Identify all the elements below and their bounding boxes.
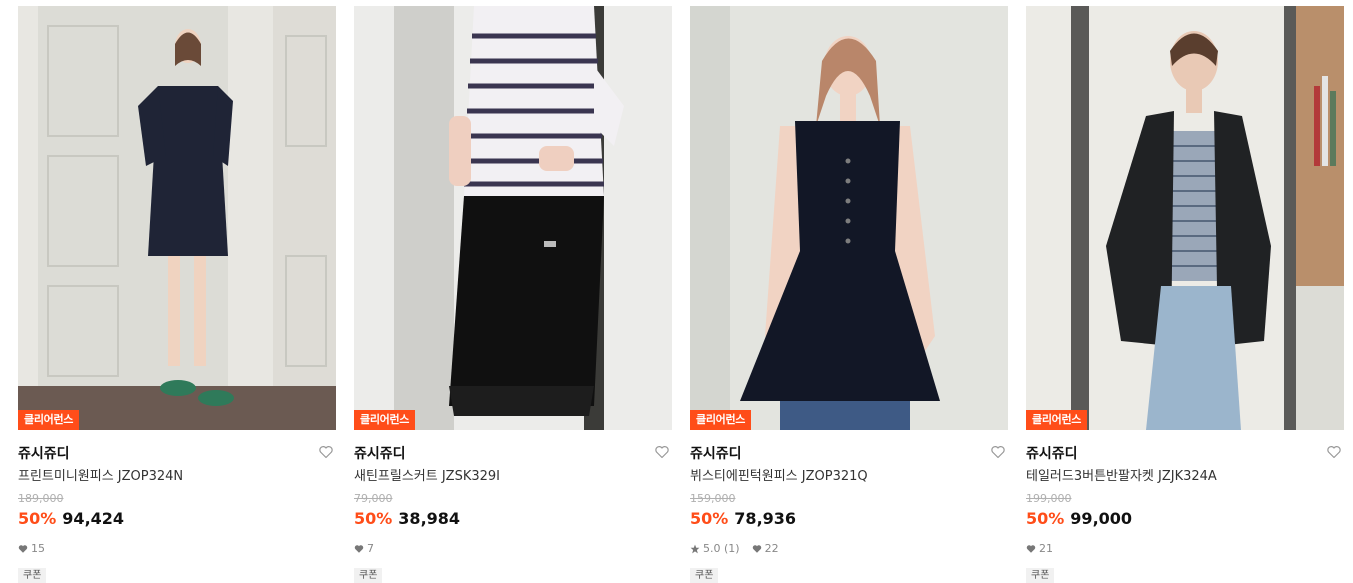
product-image[interactable]: 클리어런스 [18, 6, 336, 430]
product-card[interactable]: 클리어런스 쥬시쥬디 프린트미니원피스 JZOP324N 189,000 50%… [18, 6, 336, 583]
discount-rate: 50% [690, 509, 729, 528]
sale-price: 99,000 [1070, 509, 1133, 528]
discount-rate: 50% [354, 509, 393, 528]
coupon-tag: 쿠폰 [18, 568, 47, 583]
heart-outline-icon[interactable] [990, 444, 1006, 460]
product-card[interactable]: 클리어런스 쥬시쥬디 뷔스티에핀턱원피스 JZOP321Q 159,000 50… [690, 6, 1008, 583]
product-card[interactable]: 클리어런스 쥬시쥬디 새틴프릴스커트 JZSK329I 79,000 50% 38… [354, 6, 672, 583]
heart-outline-icon[interactable] [654, 444, 670, 460]
product-meta: 15 [18, 542, 336, 556]
like-count: 7 [367, 542, 374, 555]
like-count: 15 [31, 542, 45, 555]
original-price: 199,000 [1026, 492, 1072, 505]
brand-name[interactable]: 쥬시쥬디 [1026, 444, 1344, 464]
brand-name[interactable]: 쥬시쥬디 [18, 444, 336, 464]
heart-icon [354, 545, 364, 553]
product-image[interactable]: 클리어런스 [354, 6, 672, 430]
coupon-tag: 쿠폰 [354, 568, 383, 583]
clearance-badge: 클리어런스 [690, 410, 752, 430]
heart-icon [752, 545, 761, 553]
heart-outline-icon[interactable] [318, 444, 334, 460]
original-price: 189,000 [18, 492, 64, 505]
product-card[interactable]: 클리어런스 쥬시쥬디 테일러드3버튼반팔자켓 JZJK324A 199,000 … [1026, 6, 1344, 583]
brand-name[interactable]: 쥬시쥬디 [354, 444, 672, 464]
product-name[interactable]: 새틴프릴스커트 JZSK329I [354, 468, 672, 486]
discount-rate: 50% [18, 509, 57, 528]
product-meta: 5.0 (1) 22 [690, 542, 1008, 556]
heart-icon [1026, 545, 1036, 553]
original-price: 79,000 [354, 492, 393, 505]
product-image[interactable]: 클리어런스 [1026, 6, 1344, 430]
coupon-tag: 쿠폰 [690, 568, 719, 583]
coupon-tag: 쿠폰 [1026, 568, 1055, 583]
heart-outline-icon[interactable] [1326, 444, 1342, 460]
product-name[interactable]: 뷔스티에핀턱원피스 JZOP321Q [690, 468, 1008, 486]
clearance-badge: 클리어런스 [1026, 410, 1088, 430]
discount-rate: 50% [1026, 509, 1065, 528]
product-image[interactable]: 클리어런스 [690, 6, 1008, 430]
heart-icon [18, 545, 28, 553]
clearance-badge: 클리어런스 [354, 410, 416, 430]
like-count: 21 [1039, 542, 1053, 555]
product-meta: 7 [354, 542, 672, 556]
product-name[interactable]: 프린트미니원피스 JZOP324N [18, 468, 336, 486]
product-meta: 21 [1026, 542, 1344, 556]
brand-name[interactable]: 쥬시쥬디 [690, 444, 1008, 464]
original-price: 159,000 [690, 492, 736, 505]
sale-price: 78,936 [734, 509, 797, 528]
like-count: 22 [764, 542, 779, 555]
sale-price: 94,424 [62, 509, 125, 528]
rating: 5.0 (1) [703, 542, 740, 555]
clearance-badge: 클리어런스 [18, 410, 80, 430]
sale-price: 38,984 [398, 509, 461, 528]
product-grid: 클리어런스 쥬시쥬디 프린트미니원피스 JZOP324N 189,000 50%… [0, 0, 1353, 583]
product-name[interactable]: 테일러드3버튼반팔자켓 JZJK324A [1026, 468, 1344, 486]
star-icon [690, 544, 700, 554]
